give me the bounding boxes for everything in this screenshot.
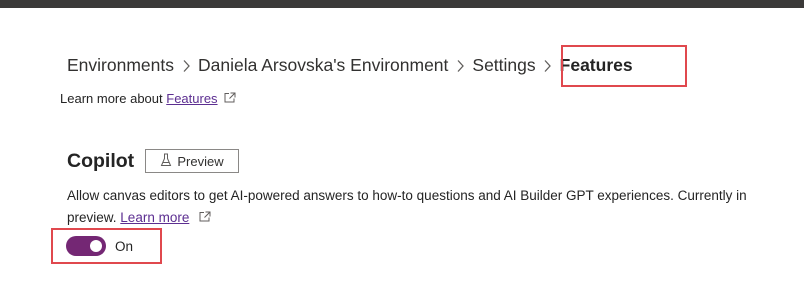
preview-button[interactable]: Preview [145, 149, 239, 173]
flask-icon [160, 153, 177, 170]
copilot-description: Allow canvas editors to get AI-powered a… [67, 185, 797, 229]
breadcrumb-item-environment[interactable]: Daniela Arsovska's Environment [198, 55, 448, 76]
toggle-knob [90, 240, 102, 252]
breadcrumb-item-environments[interactable]: Environments [67, 55, 174, 76]
external-link-icon [199, 207, 211, 229]
toggle-label: On [115, 238, 134, 254]
copilot-toggle[interactable] [66, 236, 106, 256]
copilot-title: Copilot [67, 150, 135, 172]
breadcrumb-item-settings[interactable]: Settings [472, 55, 535, 76]
breadcrumb-current-features: Features [559, 54, 633, 75]
copilot-toggle-row: On [66, 236, 133, 256]
learn-more-link[interactable]: Learn more [120, 210, 189, 225]
top-bar [0, 0, 804, 8]
features-link[interactable]: Features [166, 91, 217, 106]
external-link-icon [224, 91, 236, 106]
preview-label: Preview [177, 153, 224, 169]
chevron-right-icon [448, 55, 472, 76]
chevron-right-icon [536, 55, 560, 76]
learn-more-line: Learn more about Features [60, 91, 236, 106]
breadcrumb: Environments Daniela Arsovska's Environm… [67, 52, 633, 78]
chevron-right-icon [174, 55, 198, 76]
learn-more-prefix: Learn more about [60, 91, 163, 106]
